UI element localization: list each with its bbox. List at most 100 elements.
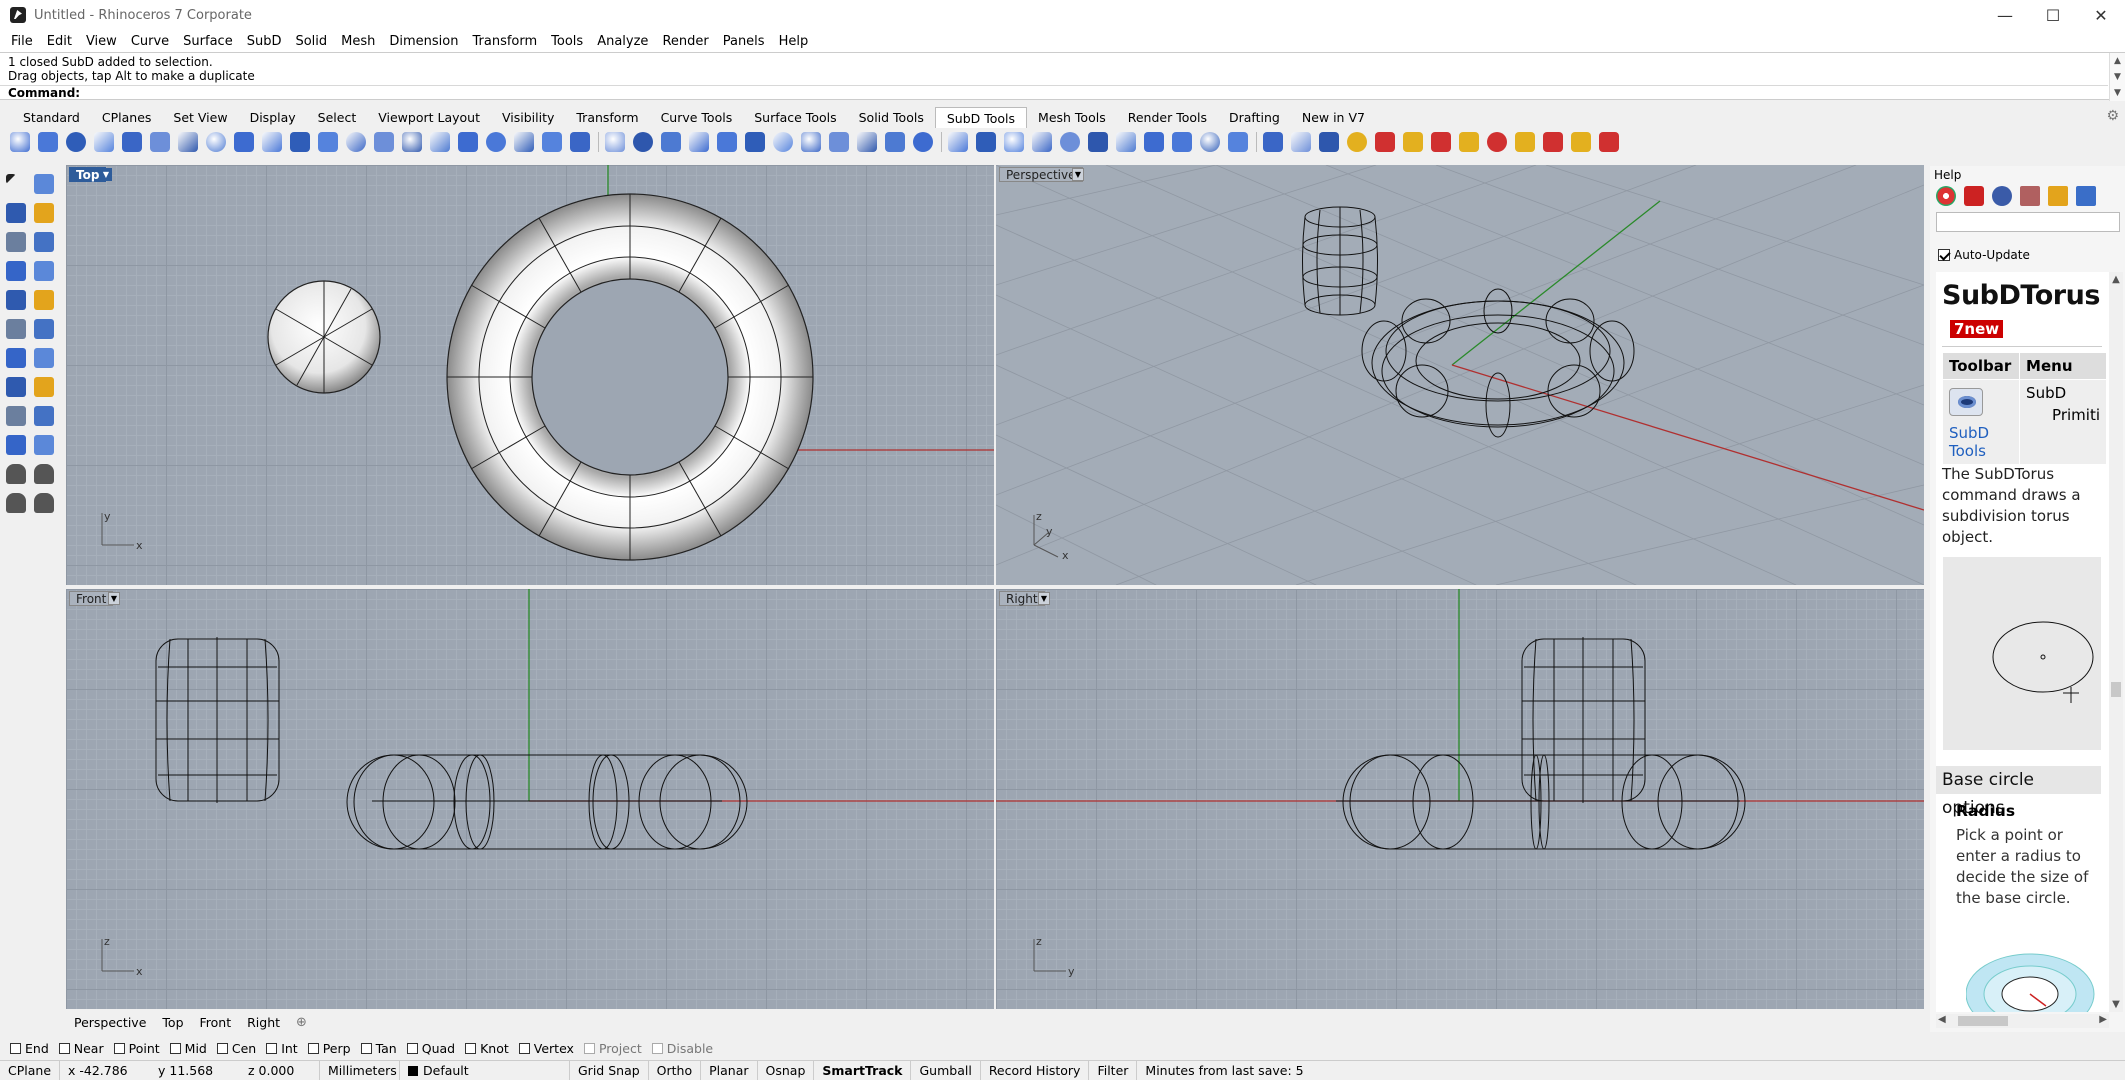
chamfer-icon[interactable]: [34, 319, 54, 339]
subd-ngon-icon[interactable]: [1116, 132, 1136, 152]
menu-mesh[interactable]: Mesh: [334, 34, 382, 49]
gumball-toggle[interactable]: Gumball: [911, 1060, 981, 1080]
array-icon[interactable]: [6, 406, 26, 426]
subd-star-icon[interactable]: [1004, 132, 1024, 152]
subd-quad-icon[interactable]: [1144, 132, 1164, 152]
checkbox-icon[interactable]: [651, 1042, 663, 1054]
vp-tab-top[interactable]: Top: [154, 1015, 191, 1030]
lasso-icon[interactable]: [6, 290, 26, 310]
checkbox-icon[interactable]: [266, 1042, 278, 1054]
checkbox-icon[interactable]: [583, 1042, 595, 1054]
angle-icon[interactable]: [34, 290, 54, 310]
command-scrollbar[interactable]: ▲ ▼ ▼: [2109, 53, 2125, 101]
mirror-icon[interactable]: [34, 406, 54, 426]
box-select-icon[interactable]: [34, 232, 54, 252]
offset-icon[interactable]: [34, 348, 54, 368]
subd-patch-icon[interactable]: [402, 132, 422, 152]
tab-standard[interactable]: Standard: [12, 107, 91, 128]
subd-cone-icon[interactable]: [66, 132, 86, 152]
tab-surface-tools[interactable]: Surface Tools: [743, 107, 847, 128]
subd-offset-icon[interactable]: [745, 132, 765, 152]
checkbox-icon[interactable]: [169, 1042, 181, 1054]
viewport-front[interactable]: z x Front ▼: [66, 589, 994, 1009]
layer-select-icon[interactable]: [6, 203, 26, 223]
subd-sort-icon[interactable]: [1263, 132, 1283, 152]
osnap-tan-checkbox[interactable]: Tan: [360, 1041, 397, 1056]
grid-snap-toggle[interactable]: Grid Snap: [570, 1060, 649, 1080]
checkbox-icon[interactable]: [58, 1042, 70, 1054]
chevron-left-icon[interactable]: ◀: [1938, 1014, 1946, 1025]
checkbox-icon[interactable]: [10, 1042, 21, 1054]
panel-search-input[interactable]: [1936, 212, 2120, 232]
osnap-toggle[interactable]: Osnap: [758, 1060, 815, 1080]
osnap-point-checkbox[interactable]: Point: [113, 1041, 160, 1056]
subd-weld-icon[interactable]: [633, 132, 653, 152]
osnap-disable-checkbox[interactable]: Disable: [651, 1041, 713, 1056]
subd-extrude-icon[interactable]: [430, 132, 450, 152]
menu-help[interactable]: Help: [772, 34, 816, 49]
subd-merge-icon[interactable]: [689, 132, 709, 152]
command-prompt[interactable]: Command:: [0, 85, 2108, 100]
chevron-right-icon[interactable]: ▶: [2099, 1014, 2107, 1025]
folder-icon[interactable]: [2048, 186, 2068, 206]
subd-edit-icon[interactable]: [1319, 132, 1339, 152]
subd-pipe-icon[interactable]: [262, 132, 282, 152]
vp-tab-perspective[interactable]: Perspective: [66, 1015, 154, 1030]
scroll-thumb[interactable]: [1958, 1016, 2008, 1026]
menu-analyze[interactable]: Analyze: [590, 34, 655, 49]
tab-viewport-layout[interactable]: Viewport Layout: [367, 107, 491, 128]
subd-sweep1-icon[interactable]: [290, 132, 310, 152]
sticky-note-icon[interactable]: [34, 174, 54, 194]
maximize-button[interactable]: ☐: [2029, 0, 2077, 30]
subd-truncated-cone-icon[interactable]: [234, 132, 254, 152]
render-icon[interactable]: [1992, 186, 2012, 206]
subd-info-icon[interactable]: [1515, 132, 1535, 152]
subd-insert-icon[interactable]: [605, 132, 625, 152]
chevron-down-icon[interactable]: ▼: [1072, 168, 1084, 181]
chevron-down-icon[interactable]: ▼: [108, 592, 120, 605]
osnap-end-checkbox[interactable]: End: [10, 1041, 49, 1056]
osnap-knot-checkbox[interactable]: Knot: [465, 1041, 509, 1056]
subd-select-icon[interactable]: [1291, 132, 1311, 152]
subd-ellipsoid-icon[interactable]: [178, 132, 198, 152]
viewport-label-perspective[interactable]: Perspective: [999, 167, 1083, 182]
viewport-label-front[interactable]: Front: [69, 591, 114, 606]
viewport-perspective[interactable]: z y x Perspective ▼: [996, 165, 1924, 585]
subd-nurbs-icon[interactable]: [1088, 132, 1108, 152]
checkbox-icon[interactable]: [406, 1042, 418, 1054]
chevron-down-icon[interactable]: ▼: [2109, 999, 2123, 1010]
checkbox-icon[interactable]: [216, 1042, 228, 1054]
subd-box-icon[interactable]: [10, 132, 30, 152]
tab-curve-tools[interactable]: Curve Tools: [650, 107, 744, 128]
checkbox-icon[interactable]: [465, 1042, 477, 1054]
torus-shaded[interactable]: [446, 193, 814, 561]
toolbar-link[interactable]: SubD Tools: [1949, 424, 1989, 460]
subd-reflect-icon[interactable]: [976, 132, 996, 152]
curve-select-icon[interactable]: [6, 232, 26, 252]
gear-icon[interactable]: ⚙: [2106, 108, 2119, 124]
tab-solid-tools[interactable]: Solid Tools: [848, 107, 935, 128]
select-arrow-icon[interactable]: [6, 174, 16, 184]
osnap-vertex-checkbox[interactable]: Vertex: [518, 1041, 574, 1056]
checkbox-icon[interactable]: [307, 1042, 319, 1054]
vp-tab-front[interactable]: Front: [192, 1015, 240, 1030]
cplane-indicator[interactable]: CPlane: [0, 1060, 60, 1080]
checkbox-icon[interactable]: [518, 1042, 530, 1054]
menu-edit[interactable]: Edit: [40, 34, 79, 49]
point-icon[interactable]: [6, 261, 26, 281]
subd-fix-icon[interactable]: [829, 132, 849, 152]
menu-subd[interactable]: SubD: [240, 34, 289, 49]
subd-toggle-icon[interactable]: [948, 132, 968, 152]
subd-sweep2-icon[interactable]: [318, 132, 338, 152]
subd-triangle-icon[interactable]: [1172, 132, 1192, 152]
unlock-icon[interactable]: [34, 493, 54, 513]
subd-revolve-icon[interactable]: [374, 132, 394, 152]
torus-right-wireframe[interactable]: [1336, 754, 1746, 850]
menu-solid[interactable]: Solid: [288, 34, 334, 49]
subd-stitch-icon[interactable]: [717, 132, 737, 152]
subd-repair-icon[interactable]: [857, 132, 877, 152]
sphere-shaded[interactable]: [267, 280, 381, 394]
menu-dimension[interactable]: Dimension: [382, 34, 465, 49]
tab-mesh-tools[interactable]: Mesh Tools: [1027, 107, 1117, 128]
menu-view[interactable]: View: [79, 34, 124, 49]
